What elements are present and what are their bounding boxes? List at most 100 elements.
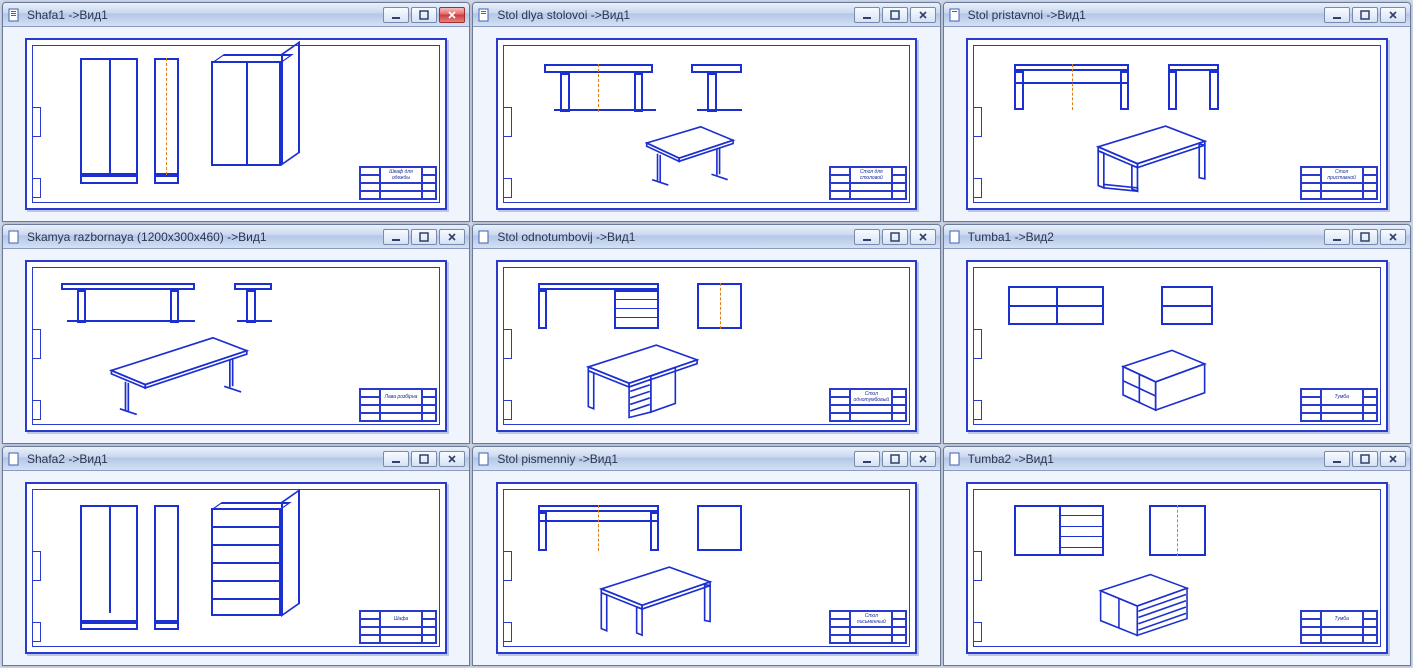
canvas[interactable]: Шафа	[3, 471, 469, 665]
titlebar[interactable]: Stol dlya stolovoi ->Вид1	[473, 3, 939, 27]
close-button[interactable]	[439, 451, 465, 467]
title-block: Шкаф для одежды	[359, 166, 437, 200]
title-block: Стол приставной	[1300, 166, 1378, 200]
document-icon	[477, 8, 491, 22]
minimize-button[interactable]	[1324, 451, 1350, 467]
window-skamya: Skamya razbornaya (1200x300x460) ->Вид1	[2, 224, 470, 444]
window-controls	[854, 7, 936, 23]
window-title: Tumba1 ->Вид2	[968, 230, 1318, 244]
drawing-sheet: Стол приставной	[966, 38, 1388, 209]
close-button[interactable]	[910, 451, 936, 467]
document-icon	[7, 230, 21, 244]
window-tumba2: Tumba2 ->Вид1	[943, 446, 1411, 666]
maximize-button[interactable]	[1352, 7, 1378, 23]
window-controls	[1324, 229, 1406, 245]
title-block: Тумба	[1300, 388, 1378, 422]
document-icon	[948, 230, 962, 244]
titlebar[interactable]: Skamya razbornaya (1200x300x460) ->Вид1	[3, 225, 469, 249]
minimize-button[interactable]	[383, 229, 409, 245]
drawing-name: Лава розбірна	[380, 389, 422, 405]
window-stol-odnotumb: Stol odnotumbovij ->Вид1	[472, 224, 940, 444]
close-button[interactable]	[910, 229, 936, 245]
close-button[interactable]	[910, 7, 936, 23]
canvas[interactable]: Лава розбірна	[3, 249, 469, 443]
minimize-button[interactable]	[1324, 7, 1350, 23]
window-title: Shafa1 ->Вид1	[27, 8, 377, 22]
minimize-button[interactable]	[854, 7, 880, 23]
maximize-button[interactable]	[882, 451, 908, 467]
window-shafa2: Shafa2 ->Вид1	[2, 446, 470, 666]
minimize-button[interactable]	[383, 451, 409, 467]
minimize-button[interactable]	[854, 451, 880, 467]
close-button[interactable]	[439, 229, 465, 245]
window-controls	[854, 451, 936, 467]
canvas[interactable]: Тумба	[944, 249, 1410, 443]
drawing-name: Тумба	[1321, 389, 1363, 405]
title-block: Стол письменный	[829, 610, 907, 644]
maximize-button[interactable]	[1352, 229, 1378, 245]
title-block: Стол однотумбовый	[829, 388, 907, 422]
window-controls	[1324, 7, 1406, 23]
close-button[interactable]	[1380, 451, 1406, 467]
titlebar[interactable]: Tumba2 ->Вид1	[944, 447, 1410, 471]
titlebar[interactable]: Shafa1 ->Вид1	[3, 3, 469, 27]
canvas[interactable]: Стол письменный	[473, 471, 939, 665]
titlebar[interactable]: Stol pristavnoi ->Вид1	[944, 3, 1410, 27]
close-button[interactable]	[1380, 7, 1406, 23]
title-block: Тумба	[1300, 610, 1378, 644]
window-controls	[854, 229, 936, 245]
window-controls	[383, 451, 465, 467]
maximize-button[interactable]	[882, 7, 908, 23]
titlebar[interactable]: Stol odnotumbovij ->Вид1	[473, 225, 939, 249]
title-block: Стол для столовой	[829, 166, 907, 200]
window-stol-pismenniy: Stol pismenniy ->Вид1	[472, 446, 940, 666]
drawing-name: Стол приставной	[1321, 167, 1363, 183]
titlebar[interactable]: Stol pismenniy ->Вид1	[473, 447, 939, 471]
drawing-sheet: Шкаф для одежды	[25, 38, 447, 209]
drawing-name: Шкаф для одежды	[380, 167, 422, 183]
canvas[interactable]: Стол приставной	[944, 27, 1410, 221]
window-shafa1: Shafa1 ->Вид1	[2, 2, 470, 222]
close-button[interactable]	[439, 7, 465, 23]
drawing-sheet: Тумба	[966, 260, 1388, 431]
minimize-button[interactable]	[1324, 229, 1350, 245]
window-title: Stol pristavnoi ->Вид1	[968, 8, 1318, 22]
titlebar[interactable]: Tumba1 ->Вид2	[944, 225, 1410, 249]
window-controls	[383, 229, 465, 245]
window-controls	[1324, 451, 1406, 467]
window-title: Shafa2 ->Вид1	[27, 452, 377, 466]
window-title: Stol pismenniy ->Вид1	[497, 452, 847, 466]
drawing-sheet: Шафа	[25, 482, 447, 653]
close-button[interactable]	[1380, 229, 1406, 245]
maximize-button[interactable]	[411, 451, 437, 467]
drawing-sheet: Стол письменный	[496, 482, 918, 653]
drawing-sheet: Стол однотумбовый	[496, 260, 918, 431]
drawing-name: Шафа	[380, 611, 422, 627]
title-block: Шафа	[359, 610, 437, 644]
window-tumba1: Tumba1 ->Вид2	[943, 224, 1411, 444]
drawing-name: Стол письменный	[850, 611, 892, 627]
document-icon	[7, 452, 21, 466]
drawing-name: Стол однотумбовый	[850, 389, 892, 405]
document-icon	[948, 452, 962, 466]
maximize-button[interactable]	[882, 229, 908, 245]
maximize-button[interactable]	[411, 7, 437, 23]
drawing-sheet: Тумба	[966, 482, 1388, 653]
document-icon	[477, 452, 491, 466]
window-title: Stol dlya stolovoi ->Вид1	[497, 8, 847, 22]
titlebar[interactable]: Shafa2 ->Вид1	[3, 447, 469, 471]
minimize-button[interactable]	[854, 229, 880, 245]
document-icon	[948, 8, 962, 22]
minimize-button[interactable]	[383, 7, 409, 23]
canvas[interactable]: Шкаф для одежды	[3, 27, 469, 221]
window-stol-pristavnoi: Stol pristavnoi ->Вид1	[943, 2, 1411, 222]
drawing-sheet: Лава розбірна	[25, 260, 447, 431]
window-title: Tumba2 ->Вид1	[968, 452, 1318, 466]
canvas[interactable]: Стол для столовой	[473, 27, 939, 221]
maximize-button[interactable]	[411, 229, 437, 245]
maximize-button[interactable]	[1352, 451, 1378, 467]
canvas[interactable]: Стол однотумбовый	[473, 249, 939, 443]
drawing-sheet: Стол для столовой	[496, 38, 918, 209]
drawing-name: Тумба	[1321, 611, 1363, 627]
canvas[interactable]: Тумба	[944, 471, 1410, 665]
